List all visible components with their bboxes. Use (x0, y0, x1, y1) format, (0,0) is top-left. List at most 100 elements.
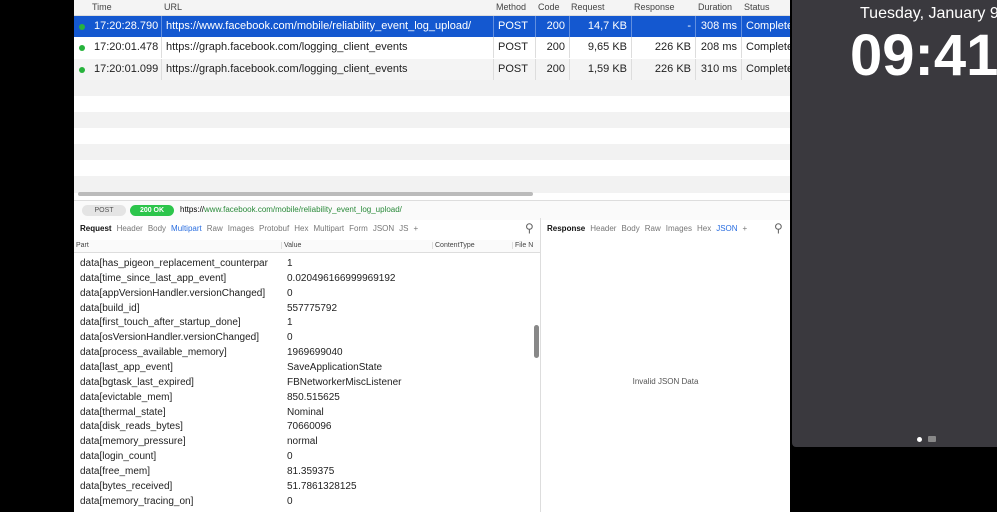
part-name: data[first_touch_after_startup_done] (80, 317, 241, 329)
search-icon[interactable]: ⚲ (525, 221, 534, 235)
col-response[interactable]: Response (634, 2, 675, 12)
part-value: 1 (287, 258, 293, 269)
cell-code: 200 (536, 58, 570, 80)
response-tabs: Response Header Body Raw Images Hex JSON + (547, 220, 752, 238)
col-part[interactable]: Part (76, 242, 89, 249)
request-tab-protobuf[interactable]: Protobuf (259, 224, 289, 233)
part-row[interactable]: data[evictable_mem] 850.515625 (80, 391, 340, 403)
part-name: data[memory_tracing_on] (80, 495, 194, 507)
request-tab-js[interactable]: JS (399, 224, 408, 233)
col-status[interactable]: Status (744, 2, 770, 12)
response-search-icon[interactable]: ⚲ (774, 221, 783, 235)
method-badge: POST (82, 205, 126, 216)
col-url[interactable]: URL (164, 2, 182, 12)
part-row[interactable]: data[osVersionHandler.versionChanged] 0 (80, 332, 293, 343)
cell-status: Completed (742, 59, 790, 80)
lockscreen-date: Tuesday, January 9 (860, 5, 997, 22)
proxy-app: Time URL Method Code Request Response Du… (74, 0, 790, 512)
part-row[interactable]: data[appVersionHandler.versionChanged] 0 (80, 287, 293, 299)
request-summary-bar: POST 200 OK https://www.facebook.com/mob… (74, 200, 790, 220)
request-row[interactable]: 17:20:28.790 https://www.facebook.com/mob… (74, 16, 790, 37)
cell-request: 9,65 KB (570, 37, 632, 59)
camera-icon[interactable] (928, 436, 936, 442)
part-row[interactable]: data[memory_pressure] normal (80, 436, 318, 447)
cell-url: https://www.facebook.com/mobile/reliabil… (162, 16, 494, 37)
parts-scrollbar[interactable] (534, 325, 539, 358)
part-row[interactable]: data[thermal_state] Nominal (80, 407, 324, 418)
part-name: data[bytes_received] (80, 480, 173, 492)
part-row[interactable]: data[free_mem] 81.359375 (80, 465, 334, 477)
cell-time: 17:20:01.478 (90, 37, 162, 59)
part-value: 0 (287, 287, 293, 299)
request-tab-body[interactable]: Body (148, 224, 166, 233)
response-tab-add[interactable]: + (743, 224, 748, 233)
request-tab-json[interactable]: JSON (373, 224, 394, 233)
empty-row (74, 112, 790, 129)
request-tab-add[interactable]: + (414, 224, 419, 233)
part-name: data[login_count] (80, 451, 157, 463)
response-tab-hex[interactable]: Hex (697, 224, 711, 233)
part-name: data[time_since_last_app_event] (80, 272, 227, 284)
part-row[interactable]: data[last_app_event] SaveApplicationState (80, 362, 382, 373)
url-scheme: https:// (180, 205, 205, 214)
part-row[interactable]: data[first_touch_after_startup_done] 1 (80, 317, 293, 329)
part-row[interactable]: data[login_count] 0 (80, 451, 293, 463)
col-request[interactable]: Request (571, 2, 605, 12)
col-time[interactable]: Time (92, 2, 112, 12)
status-dot-icon (79, 45, 85, 52)
response-tab-response[interactable]: Response (547, 224, 585, 233)
part-value: 850.515625 (287, 391, 340, 403)
response-tab-json[interactable]: JSON (716, 224, 737, 233)
cell-method: POST (494, 16, 536, 37)
part-value: Nominal (287, 406, 324, 418)
request-tab-form[interactable]: Form (349, 224, 368, 233)
request-row[interactable]: 17:20:01.099 https://graph.facebook.com/l… (74, 58, 790, 80)
request-tab-multipart[interactable]: Multipart (313, 224, 344, 233)
response-body-message: Invalid JSON Data (632, 377, 699, 386)
horizontal-scrollbar[interactable] (78, 192, 533, 196)
response-tab-raw[interactable]: Raw (645, 224, 661, 233)
split-divider[interactable] (540, 218, 541, 512)
part-value: FBNetworkerMiscListener (287, 376, 402, 388)
col-method[interactable]: Method (496, 2, 526, 12)
part-row[interactable]: data[memory_tracing_on] 0 (80, 495, 293, 507)
response-tab-body[interactable]: Body (621, 224, 639, 233)
part-row[interactable]: data[process_available_memory] 1969699040 (80, 347, 343, 358)
col-filename[interactable]: File N (512, 242, 533, 249)
cell-url: https://graph.facebook.com/logging_clien… (162, 37, 494, 59)
col-value[interactable]: Value (281, 242, 301, 249)
request-tab-hex[interactable]: Hex (294, 224, 308, 233)
request-url[interactable]: https://www.facebook.com/mobile/reliabil… (180, 205, 402, 214)
cell-response: 226 KB (632, 58, 696, 80)
part-row[interactable]: data[has_pigeon_replacement_counterpar 1 (80, 258, 293, 269)
part-row[interactable]: data[bytes_received] 51.7861328125 (80, 480, 357, 492)
empty-row (74, 160, 790, 177)
request-row[interactable]: 17:20:01.478 https://graph.facebook.com/l… (74, 37, 790, 59)
request-tab-raw[interactable]: Raw (207, 224, 223, 233)
request-tab-header[interactable]: Header (117, 224, 143, 233)
response-tab-header[interactable]: Header (590, 224, 616, 233)
response-tab-images[interactable]: Images (666, 224, 692, 233)
part-value: 0 (287, 495, 293, 507)
request-tab-multipart[interactable]: Multipart (171, 224, 202, 233)
cell-method: POST (494, 58, 536, 80)
part-row[interactable]: data[disk_reads_bytes] 70660096 (80, 421, 332, 432)
part-row[interactable]: data[build_id] 557775792 (80, 303, 337, 314)
col-duration[interactable]: Duration (698, 2, 732, 12)
col-code[interactable]: Code (538, 2, 560, 12)
part-row[interactable]: data[bgtask_last_expired] FBNetworkerMisc… (80, 377, 401, 388)
cell-duration: 308 ms (696, 16, 742, 37)
request-tab-request[interactable]: Request (80, 224, 112, 233)
col-contenttype[interactable]: ContentType (432, 242, 475, 249)
part-row[interactable]: data[time_since_last_app_event] 0.0204961… (80, 272, 395, 284)
cell-url: https://graph.facebook.com/logging_clien… (162, 58, 494, 80)
empty-row (74, 144, 790, 161)
cell-response: - (632, 16, 696, 37)
part-value: 51.7861328125 (287, 480, 357, 492)
request-tab-images[interactable]: Images (228, 224, 254, 233)
parts-column-header: Part Value ContentType File N (74, 240, 540, 253)
part-name: data[free_mem] (80, 465, 151, 477)
part-name: data[evictable_mem] (80, 391, 173, 403)
empty-row (74, 80, 790, 97)
part-name: data[appVersionHandler.versionChanged] (80, 287, 266, 299)
